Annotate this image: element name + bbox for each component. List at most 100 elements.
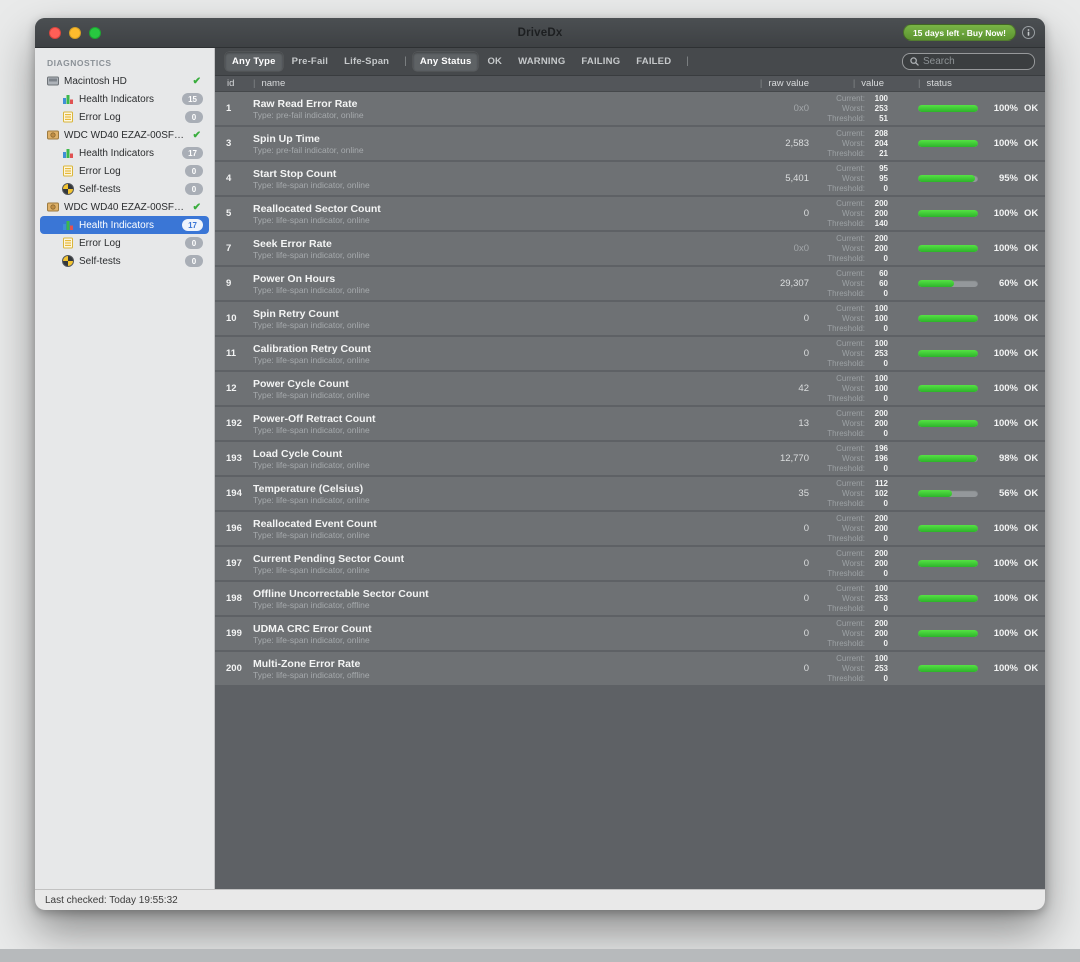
- search-input[interactable]: [923, 56, 1027, 67]
- attr-values: Current:200 Worst:200 Threshold:0: [815, 619, 890, 649]
- current-value: 100: [868, 654, 888, 664]
- health-bar-fill: [918, 175, 975, 182]
- current-label: Current:: [836, 94, 865, 104]
- header-status[interactable]: status: [890, 78, 1045, 89]
- health-bar: [918, 175, 978, 182]
- filter-button[interactable]: Pre-Fail: [285, 52, 335, 71]
- table-row[interactable]: 5 Reallocated Sector Count Type: life-sp…: [215, 197, 1045, 230]
- filter-button[interactable]: Any Type: [225, 52, 283, 71]
- filter-button[interactable]: OK: [480, 52, 509, 71]
- health-bar: [918, 315, 978, 322]
- worst-value: 253: [868, 349, 888, 359]
- health-bar-fill: [918, 420, 978, 427]
- worst-value: 196: [868, 454, 888, 464]
- sidebar-item[interactable]: Error Log 0: [40, 234, 209, 252]
- table-row[interactable]: 196 Reallocated Event Count Type: life-s…: [215, 512, 1045, 545]
- attr-name: Temperature (Celsius): [253, 483, 695, 495]
- threshold-label: Threshold:: [827, 569, 865, 579]
- sidebar-item[interactable]: Macintosh HD ✔: [40, 72, 209, 90]
- status-label: OK: [1024, 103, 1038, 114]
- bar-chart-icon: [62, 219, 74, 231]
- sidebar-item[interactable]: Health Indicators 15: [40, 90, 209, 108]
- sidebar-item[interactable]: Health Indicators 17: [40, 144, 209, 162]
- current-value: 100: [868, 94, 888, 104]
- attribute-table: 1 Raw Read Error Rate Type: pre-fail ind…: [215, 92, 1045, 889]
- table-row[interactable]: 3 Spin Up Time Type: pre-fail indicator,…: [215, 127, 1045, 160]
- current-value: 95: [868, 164, 888, 174]
- health-bar-fill: [918, 455, 977, 462]
- table-row[interactable]: 199 UDMA CRC Error Count Type: life-span…: [215, 617, 1045, 650]
- worst-label: Worst:: [842, 664, 865, 674]
- filter-button[interactable]: Life-Span: [337, 52, 396, 71]
- filter-button[interactable]: WARNING: [511, 52, 572, 71]
- sidebar-item[interactable]: WDC WD40 EZAZ-00SF3B... ✔: [40, 198, 209, 216]
- attr-raw-value: 0: [695, 523, 815, 534]
- current-label: Current:: [836, 164, 865, 174]
- buy-now-button[interactable]: 15 days left - Buy Now!: [903, 24, 1016, 41]
- filter-button[interactable]: FAILING: [574, 52, 627, 71]
- header-name[interactable]: name: [245, 78, 695, 89]
- filter-toolbar: Any TypePre-FailLife-Span Any StatusOKWA…: [215, 48, 1045, 76]
- worst-label: Worst:: [842, 419, 865, 429]
- health-percent: 60%: [982, 278, 1018, 289]
- header-value[interactable]: value: [815, 78, 890, 89]
- header-id[interactable]: id: [215, 78, 245, 89]
- table-row[interactable]: 193 Load Cycle Count Type: life-span ind…: [215, 442, 1045, 475]
- table-row[interactable]: 197 Current Pending Sector Count Type: l…: [215, 547, 1045, 580]
- sidebar-item-label: Health Indicators: [79, 148, 154, 159]
- trial-area: 15 days left - Buy Now!: [903, 24, 1035, 41]
- hard-drive-icon: [47, 129, 59, 141]
- current-label: Current:: [836, 304, 865, 314]
- sidebar-item[interactable]: WDC WD40 EZAZ-00SF3B... ✔: [40, 126, 209, 144]
- table-row[interactable]: 11 Calibration Retry Count Type: life-sp…: [215, 337, 1045, 370]
- count-badge: 0: [185, 237, 203, 249]
- attr-id: 199: [215, 628, 245, 639]
- header-raw-value[interactable]: raw value: [695, 78, 815, 89]
- sidebar-item[interactable]: Self-tests 0: [40, 252, 209, 270]
- table-row[interactable]: 198 Offline Uncorrectable Sector Count T…: [215, 582, 1045, 615]
- bar-chart-icon: [62, 147, 74, 159]
- sidebar-item[interactable]: Error Log 0: [40, 108, 209, 126]
- table-row[interactable]: 4 Start Stop Count Type: life-span indic…: [215, 162, 1045, 195]
- info-icon[interactable]: [1022, 26, 1035, 39]
- table-row[interactable]: 200 Multi-Zone Error Rate Type: life-spa…: [215, 652, 1045, 685]
- close-button[interactable]: [49, 27, 61, 39]
- attr-status-cell: 98% OK: [890, 453, 1045, 464]
- health-percent: 100%: [982, 558, 1018, 569]
- threshold-label: Threshold:: [827, 219, 865, 229]
- filter-button[interactable]: FAILED: [629, 52, 678, 71]
- health-bar: [918, 105, 978, 112]
- sidebar-item[interactable]: Health Indicators 17: [40, 216, 209, 234]
- attr-raw-value: 0: [695, 628, 815, 639]
- table-row[interactable]: 9 Power On Hours Type: life-span indicat…: [215, 267, 1045, 300]
- current-label: Current:: [836, 479, 865, 489]
- attr-values: Current:196 Worst:196 Threshold:0: [815, 444, 890, 474]
- table-row[interactable]: 10 Spin Retry Count Type: life-span indi…: [215, 302, 1045, 335]
- minimize-button[interactable]: [69, 27, 81, 39]
- table-row[interactable]: 7 Seek Error Rate Type: life-span indica…: [215, 232, 1045, 265]
- table-row[interactable]: 194 Temperature (Celsius) Type: life-spa…: [215, 477, 1045, 510]
- table-row[interactable]: 12 Power Cycle Count Type: life-span ind…: [215, 372, 1045, 405]
- sidebar-item[interactable]: Error Log 0: [40, 162, 209, 180]
- worst-value: 95: [868, 174, 888, 184]
- table-row[interactable]: 1 Raw Read Error Rate Type: pre-fail ind…: [215, 92, 1045, 125]
- attr-name: Raw Read Error Rate: [253, 98, 695, 110]
- worst-value: 200: [868, 244, 888, 254]
- table-row[interactable]: 192 Power-Off Retract Count Type: life-s…: [215, 407, 1045, 440]
- filter-button[interactable]: Any Status: [413, 52, 479, 71]
- status-bar: Last checked: Today 19:55:32: [35, 889, 1045, 910]
- health-bar: [918, 595, 978, 602]
- search-field[interactable]: [902, 53, 1035, 70]
- sidebar-item[interactable]: Self-tests 0: [40, 180, 209, 198]
- sidebar-item-label: Health Indicators: [79, 220, 154, 231]
- attr-values: Current:100 Worst:253 Threshold:0: [815, 339, 890, 369]
- threshold-label: Threshold:: [827, 499, 865, 509]
- threshold-label: Threshold:: [827, 184, 865, 194]
- health-percent: 98%: [982, 453, 1018, 464]
- zoom-button[interactable]: [89, 27, 101, 39]
- attr-id: 10: [215, 313, 245, 324]
- attr-id: 11: [215, 348, 245, 359]
- attr-id: 1: [215, 103, 245, 114]
- count-badge: 0: [185, 111, 203, 123]
- attr-status-cell: 56% OK: [890, 488, 1045, 499]
